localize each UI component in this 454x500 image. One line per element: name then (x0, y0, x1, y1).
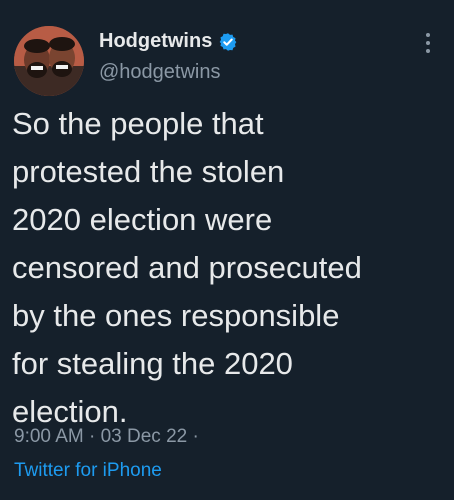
tweet-text-line: by the ones responsible (12, 298, 340, 333)
tweet-card: Hodgetwins @hodgetwins So the people tha… (0, 0, 454, 500)
handle[interactable]: @hodgetwins (99, 61, 220, 84)
profile-photo (14, 26, 84, 96)
tweet-text-line: So the people that (12, 106, 264, 141)
author-name-row[interactable]: Hodgetwins (99, 30, 238, 53)
tweet-text-line: protested the stolen (12, 154, 285, 189)
tweet-timestamp[interactable]: 9:00 AM · 03 Dec 22 · (14, 426, 199, 448)
tweet-text-line: 2020 election were (12, 202, 273, 237)
tweet-text-line: for stealing the 2020 (12, 346, 293, 381)
avatar[interactable] (14, 26, 84, 96)
tweet-text-line: censored and prosecuted (12, 250, 362, 285)
verified-badge-icon (218, 32, 238, 52)
tweet-source-link[interactable]: Twitter for iPhone (14, 460, 162, 482)
more-vertical-icon[interactable] (420, 30, 436, 56)
display-name[interactable]: Hodgetwins (99, 30, 212, 53)
tweet-text: So the people that protested the stolen … (12, 100, 442, 436)
